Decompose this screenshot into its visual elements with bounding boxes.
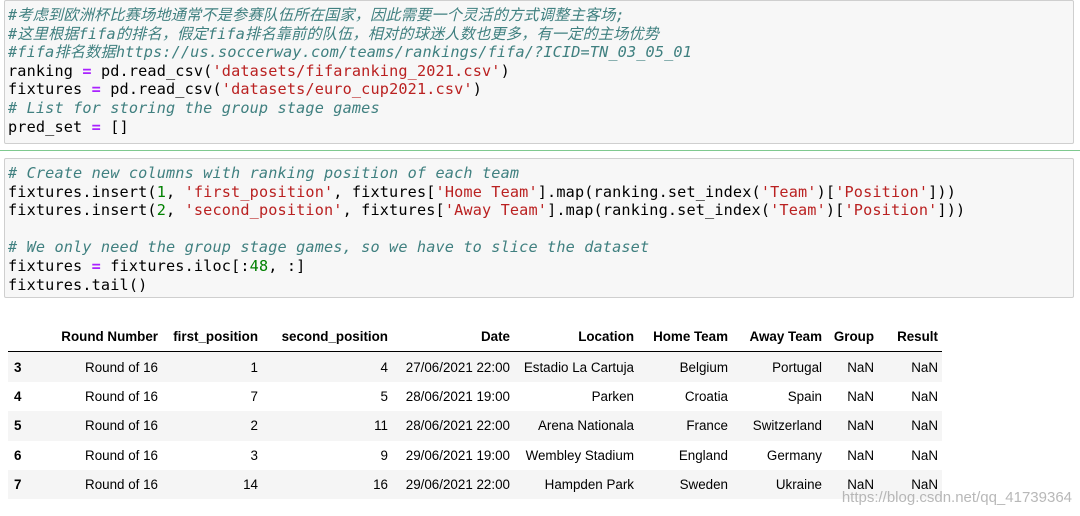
code-comment: # Create new columns with ranking positi… — [8, 164, 520, 182]
table-cell: NaN — [847, 388, 874, 404]
table-cell: Round of 16 — [85, 447, 158, 463]
row-index: 5 — [14, 418, 22, 434]
code-line: fixtures = fixtures.iloc[:48, :] — [8, 257, 306, 275]
table-cell: 5 — [380, 388, 388, 404]
column-header: Away Team — [732, 322, 826, 353]
code-comment: # We only need the group stage games, so… — [8, 238, 650, 257]
table-cell: Wembley Stadium — [525, 447, 634, 463]
row-index: 6 — [14, 447, 22, 463]
column-header: Home Team — [638, 322, 732, 353]
table-cell: Ukraine — [775, 477, 822, 493]
table-row: 6 Round of 16 3 9 29/06/2021 19:00 Wembley St… — [8, 440, 942, 470]
table-cell: 28/06/2021 22:00 — [405, 418, 510, 434]
code-line: fixtures.insert(1, 'first_position', fix… — [8, 182, 957, 201]
table-cell: Spain — [787, 388, 822, 404]
code-comment: # List for storing the group stage games — [8, 99, 380, 117]
column-header: first_position — [162, 322, 262, 353]
table-header-row: Round Number first_position second_posit… — [8, 322, 942, 353]
table-cell: 29/06/2021 22:00 — [405, 477, 510, 493]
table-cell: Round of 16 — [85, 477, 158, 493]
table-cell: Belgium — [679, 359, 728, 375]
code-comment: #考虑到欧洲杯比赛场地通常不是参赛队伍所在国家，因此需要一个灵活的方式调整主客场… — [8, 6, 625, 24]
watermark: https://blog.csdn.net/qq_41739364 — [841, 489, 1072, 506]
code-comment: #这里根据fifa的排名，假定fifa排名靠前的队伍，相对的球迷人数也更多，有一… — [8, 24, 660, 43]
row-index: 3 — [14, 359, 22, 375]
table-cell: Estadio La Cartuja — [523, 359, 634, 375]
table-cell: France — [686, 418, 728, 434]
table-cell: NaN — [847, 359, 874, 375]
table-cell: 14 — [243, 477, 258, 493]
table-cell: NaN — [911, 418, 938, 434]
table-cell: Sweden — [679, 477, 728, 493]
table-row: 5 Round of 16 2 11 28/06/2021 22:00 Arena Nat… — [8, 411, 942, 441]
table-cell: 1 — [250, 359, 258, 375]
table-cell: 3 — [250, 447, 258, 463]
code-line: fixtures.insert(2, 'second_position', fi… — [8, 201, 966, 220]
table-row: 3 Round of 16 1 4 27/06/2021 22:00 Estadio La… — [8, 351, 942, 382]
table-cell: Round of 16 — [85, 388, 158, 404]
table-cell: Round of 16 — [85, 418, 158, 434]
column-header: Group — [826, 322, 878, 353]
table-cell: 4 — [380, 359, 388, 375]
table-cell: Hampden Park — [544, 477, 634, 493]
column-header: Location — [514, 322, 638, 353]
table-cell: NaN — [911, 388, 938, 404]
column-header: Result — [878, 322, 942, 353]
table-cell: Croatia — [684, 388, 728, 404]
dataframe-output: Round Number first_position second_posit… — [8, 322, 942, 500]
table-cell: Switzerland — [752, 418, 822, 434]
table-cell: 27/06/2021 22:00 — [405, 359, 510, 375]
column-header-index — [8, 322, 36, 353]
code-line: ranking = pd.read_csv('datasets/fifarank… — [8, 61, 510, 80]
column-header: Date — [392, 322, 514, 353]
table-cell: Portugal — [772, 359, 822, 375]
row-index: 7 — [14, 477, 22, 493]
table-cell: 11 — [374, 418, 388, 434]
code-line: fixtures.tail() — [8, 275, 148, 294]
table-cell: 29/06/2021 19:00 — [405, 447, 510, 463]
table-cell: Arena Nationala — [537, 418, 634, 434]
code-comment: #fifa排名数据https://us.soccerway.com/teams/… — [8, 43, 693, 62]
table-cell: Parken — [591, 388, 634, 404]
table-cell: 28/06/2021 19:00 — [405, 388, 510, 404]
table-cell: 9 — [380, 447, 388, 463]
column-header: second_position — [262, 322, 392, 353]
code-cell-2[interactable]: # Create new columns with ranking positi… — [4, 158, 1074, 298]
table-cell: 7 — [250, 388, 258, 404]
table-cell: NaN — [911, 447, 938, 463]
table-cell: NaN — [847, 447, 874, 463]
table-cell: 16 — [373, 477, 388, 493]
code-cell-1[interactable]: #考虑到欧洲杯比赛场地通常不是参赛队伍所在国家，因此需要一个灵活的方式调整主客场… — [4, 0, 1074, 144]
cell-divider — [0, 150, 1080, 151]
table-cell: 2 — [250, 418, 258, 434]
code-line: pred_set = [] — [8, 117, 129, 136]
table-cell: Germany — [766, 447, 822, 463]
row-index: 4 — [14, 388, 22, 404]
table-row: 4 Round of 16 7 5 28/06/2021 19:00 Parken Croa… — [8, 381, 942, 412]
table-cell: NaN — [911, 359, 938, 375]
table-row: 7 Round of 16 14 16 29/06/2021 22:00 Hampden … — [8, 469, 942, 500]
column-header: Round Number — [36, 322, 162, 353]
table-cell: Round of 16 — [85, 359, 158, 375]
table-cell: NaN — [847, 418, 874, 434]
table-cell: England — [678, 447, 728, 463]
code-line: fixtures = pd.read_csv('datasets/euro_cu… — [8, 80, 483, 99]
